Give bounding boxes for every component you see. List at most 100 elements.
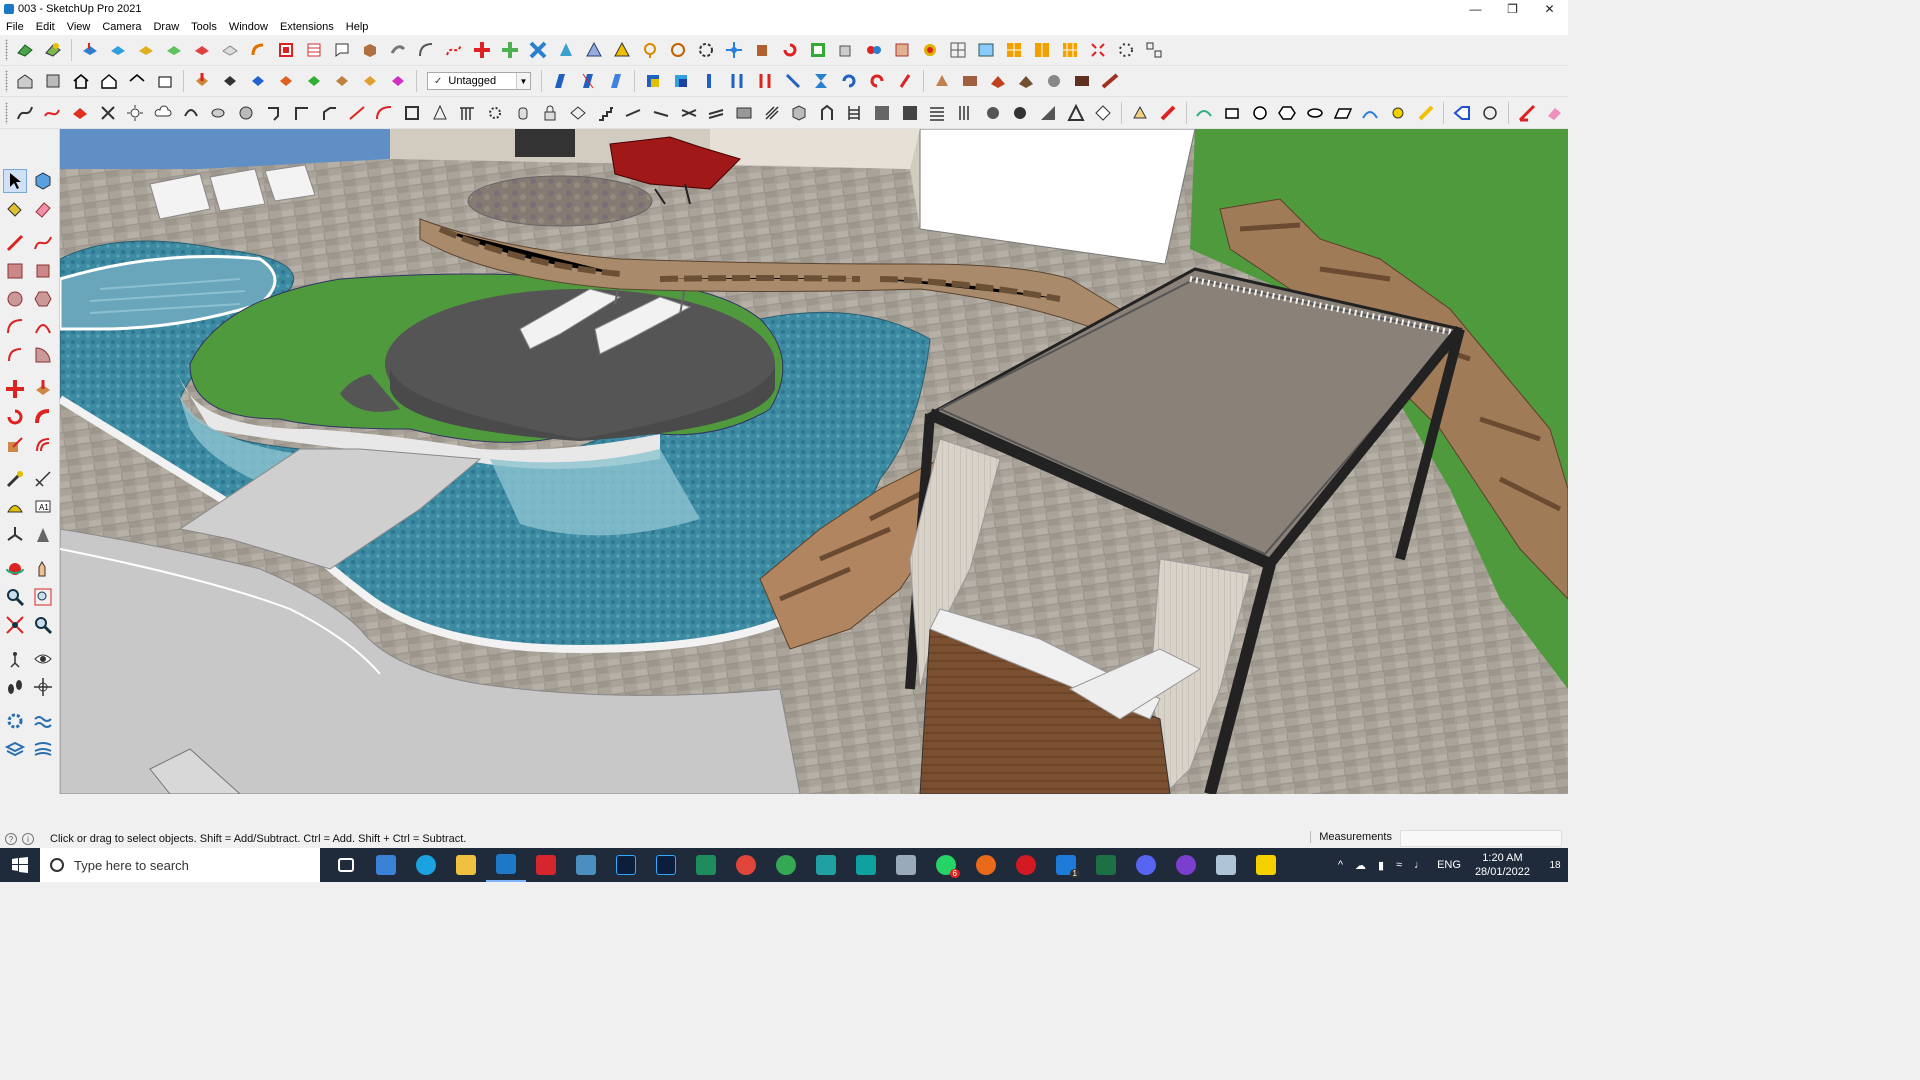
calculator-icon[interactable] [366, 848, 406, 882]
walk-icon[interactable] [3, 675, 27, 699]
look-around-icon[interactable] [31, 647, 55, 671]
zoom-icon[interactable] [3, 585, 27, 609]
drape-icon[interactable] [134, 38, 158, 62]
offset-icon[interactable] [31, 433, 55, 457]
menu-help[interactable]: Help [342, 21, 373, 33]
column-icon[interactable] [697, 69, 721, 93]
section-plane-icon[interactable] [274, 38, 298, 62]
bezier-icon[interactable] [442, 38, 466, 62]
axes-red-icon[interactable] [1515, 101, 1539, 125]
app-teal-icon[interactable] [806, 848, 846, 882]
texture-icon[interactable] [958, 69, 982, 93]
section-blue-icon[interactable] [548, 69, 572, 93]
pipe-icon[interactable] [386, 38, 410, 62]
acrobat-icon[interactable] [526, 848, 566, 882]
explode-icon[interactable] [890, 38, 914, 62]
volume-icon[interactable]: ♩ [1414, 859, 1425, 871]
spline-icon[interactable] [1192, 101, 1216, 125]
rectangle-icon[interactable] [1220, 101, 1244, 125]
sticky-notes-icon[interactable] [1246, 848, 1286, 882]
copy-cross-icon[interactable] [498, 38, 522, 62]
file-explorer-icon[interactable] [446, 848, 486, 882]
stairs-icon[interactable] [594, 101, 618, 125]
arrows-red-icon[interactable] [753, 69, 777, 93]
gear-icon[interactable] [694, 38, 718, 62]
house-outline-icon[interactable] [125, 69, 149, 93]
sandbox-from-scratch-icon[interactable] [41, 38, 65, 62]
push-pull-gold-icon[interactable] [358, 69, 382, 93]
photoshop-2-icon[interactable] [646, 848, 686, 882]
home-icon[interactable] [69, 69, 93, 93]
undo-arc-icon[interactable] [778, 38, 802, 62]
wedge-icon[interactable] [1036, 101, 1060, 125]
make-component-icon[interactable] [31, 169, 55, 193]
diagonal-icon[interactable] [781, 69, 805, 93]
position-camera-icon[interactable] [3, 647, 27, 671]
geolocation-icon[interactable]: ? [5, 833, 17, 845]
app-green-icon[interactable] [686, 848, 726, 882]
taskbar-search[interactable]: Type here to search [40, 848, 320, 882]
sweep-3-icon[interactable] [677, 101, 701, 125]
push-pull-green-icon[interactable] [302, 69, 326, 93]
gear-yellow-icon[interactable] [1386, 101, 1410, 125]
arrows-updown-icon[interactable] [725, 69, 749, 93]
tag-blue-icon[interactable] [1450, 101, 1474, 125]
menu-edit[interactable]: Edit [32, 21, 59, 33]
pyramid-icon[interactable] [582, 38, 606, 62]
previous-view-icon[interactable] [31, 613, 55, 637]
scale-icon[interactable] [526, 38, 550, 62]
two-point-arc-icon[interactable] [31, 315, 55, 339]
select-arrow-icon[interactable] [3, 169, 27, 193]
sweep-2-icon[interactable] [649, 101, 673, 125]
maximize-button[interactable]: ❐ [1494, 0, 1531, 18]
info-icon[interactable]: i [22, 833, 34, 845]
sketchup-taskbar-icon[interactable] [486, 848, 526, 882]
railing-icon[interactable] [455, 101, 479, 125]
gear-yellow-2-icon[interactable] [1414, 101, 1438, 125]
orbit-icon[interactable] [3, 557, 27, 581]
menu-extensions[interactable]: Extensions [276, 21, 338, 33]
circle-icon[interactable] [1248, 101, 1272, 125]
freehand-icon[interactable] [13, 101, 37, 125]
app-three-icon[interactable] [846, 848, 886, 882]
sandbox-from-contours-icon[interactable] [13, 38, 37, 62]
sandbox-gear-icon[interactable] [3, 709, 27, 733]
notification-icon[interactable]: 18 [1542, 855, 1568, 875]
eraser-pink-icon[interactable] [1542, 101, 1566, 125]
warning-icon[interactable] [610, 38, 634, 62]
model-viewport[interactable] [60, 129, 1568, 794]
move-cross-icon[interactable] [470, 38, 494, 62]
follow-me-tool-icon[interactable] [31, 405, 55, 429]
cone-outline-icon[interactable] [428, 101, 452, 125]
corner-2-icon[interactable] [317, 101, 341, 125]
rotate-icon[interactable] [3, 405, 27, 429]
axes-icon[interactable] [3, 523, 27, 547]
measurements-input[interactable] [1400, 830, 1562, 847]
ellipse-icon[interactable] [1303, 101, 1327, 125]
toolbar-grip[interactable] [5, 39, 8, 61]
circle-dots-icon[interactable] [1114, 38, 1138, 62]
circle-tool-icon[interactable] [3, 287, 27, 311]
group-icon[interactable] [862, 38, 886, 62]
fold-icon[interactable] [566, 101, 590, 125]
push-pull-red-icon[interactable] [190, 69, 214, 93]
push-pull-blue-icon[interactable] [246, 69, 270, 93]
chrome-icon[interactable] [726, 848, 766, 882]
whatsapp-icon[interactable]: 6 [926, 848, 966, 882]
menu-camera[interactable]: Camera [98, 21, 145, 33]
arrow-curve-icon[interactable] [68, 101, 92, 125]
push-pull-tan-icon[interactable] [330, 69, 354, 93]
edge-browser-icon[interactable] [406, 848, 446, 882]
box-icon[interactable] [358, 38, 382, 62]
curve-icon[interactable] [414, 38, 438, 62]
lock-icon[interactable] [538, 101, 562, 125]
toolbar-grip[interactable] [5, 70, 8, 92]
hourglass-icon[interactable] [809, 69, 833, 93]
texture-5-icon[interactable] [1070, 69, 1094, 93]
texture-6-icon[interactable] [1098, 69, 1122, 93]
arc-red-icon[interactable] [372, 101, 396, 125]
freehand-draw-icon[interactable] [31, 231, 55, 255]
notes-icon[interactable] [886, 848, 926, 882]
menu-draw[interactable]: Draw [149, 21, 183, 33]
paste-icon[interactable] [834, 38, 858, 62]
